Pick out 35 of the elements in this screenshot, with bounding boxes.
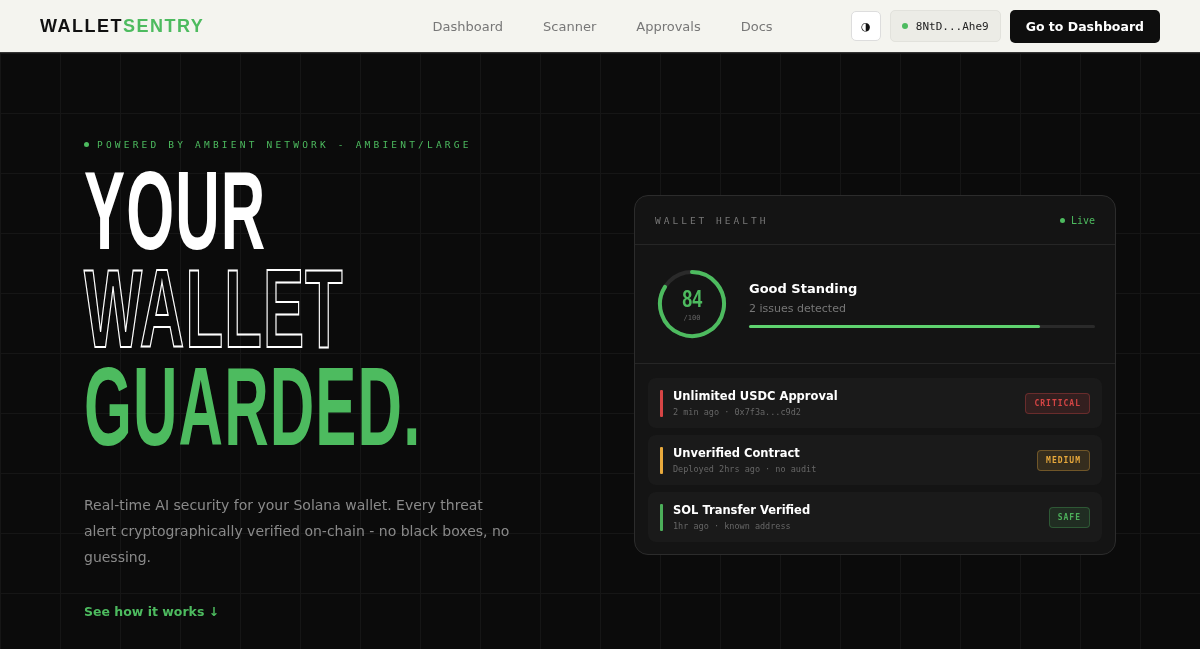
nav-link[interactable]: Docs xyxy=(740,18,773,34)
wallet-address-chip[interactable]: 8NtD...Ahe9 xyxy=(889,10,1001,42)
live-label: Live xyxy=(1070,214,1095,226)
logo-text: WALLET xyxy=(40,15,123,37)
headline-text: WALLET xyxy=(84,260,344,358)
card-title: WALLET HEALTH xyxy=(655,214,769,226)
nav-link[interactable]: Dashboard xyxy=(432,18,504,34)
nav-link[interactable]: Approvals xyxy=(636,18,701,34)
health-score: 84 xyxy=(682,286,702,311)
logo-text: SENTRY xyxy=(123,15,205,37)
alert-title: Unverified Contract xyxy=(673,446,801,460)
alert-detail: 1hr ago · known address xyxy=(673,521,792,531)
see-how-it-works-link[interactable]: See how it works ↓ xyxy=(84,604,220,619)
theme-toggle-button[interactable]: ◑ xyxy=(850,11,881,41)
status-dot xyxy=(84,142,89,147)
alert-title: Unlimited USDC Approval xyxy=(673,389,839,403)
nav-link[interactable]: Scanner xyxy=(543,18,597,34)
alert-detail: 2 min ago · 0x7f3a...c9d2 xyxy=(673,407,802,417)
headline-text: YOUR xyxy=(84,162,267,260)
severity-tag: MEDIUM xyxy=(1037,449,1090,471)
alert-title: SOL Transfer Verified xyxy=(673,503,812,517)
alert-row[interactable]: Unverified Contract Deployed 2hrs ago · no audit MEDIUM xyxy=(648,435,1102,485)
eyebrow-text: POWERED BY AMBIENT NETWORK - AMBIENT/LARGE xyxy=(97,139,472,150)
alert-detail: Deployed 2hrs ago · no audit xyxy=(673,464,818,474)
hero-description: Real-time AI security for your Solana wallet. Every threat alert cryptographically verified on-chain - no black boxes, no guessing. xyxy=(84,496,511,567)
severity-tag: SAFE xyxy=(1048,506,1090,528)
live-dot xyxy=(1059,217,1065,223)
severity-tag: CRITICAL xyxy=(1025,392,1090,414)
alert-row[interactable]: Unlimited USDC Approval 2 min ago · 0x7f3a...c9d2 CRITICAL xyxy=(648,378,1102,428)
score-ring xyxy=(657,269,727,339)
alert-row[interactable]: SOL Transfer Verified 1hr ago · known address SAFE xyxy=(648,492,1102,542)
issues-count: 2 issues detected xyxy=(749,301,847,315)
status-title: Good Standing xyxy=(749,280,859,296)
go-to-dashboard-button[interactable]: Go to Dashboard xyxy=(1009,9,1160,43)
headline-text: GUARDED. xyxy=(84,358,422,456)
